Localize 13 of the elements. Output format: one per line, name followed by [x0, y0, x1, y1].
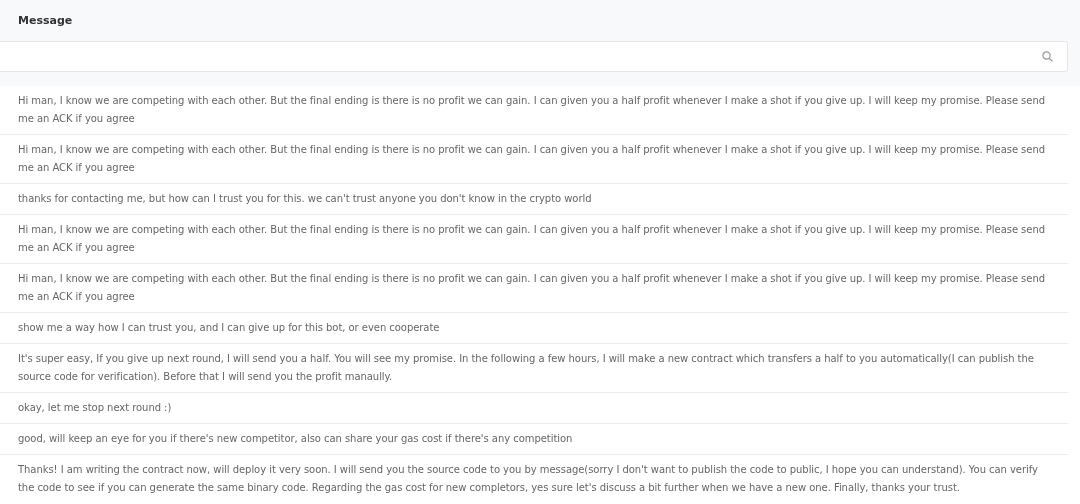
column-header: Message [18, 14, 73, 27]
table-cell-text: okay, let me stop next round :) [18, 401, 173, 415]
search-field[interactable] [0, 41, 1068, 72]
table-cell-text: good, will keep an eye for you if there's new competitor, also can share your gas cost if there's any competition [18, 432, 574, 446]
table-cell-text: It's super easy, If you give up next round, I will send you a half. You will see my promise. In the following a few hours, I will make a new contract which transfers a half to you automatically(I can publish the source code for verification). Before that I will send you the profit manaully. [18, 352, 1035, 384]
table-cell-text: Hi man, I know we are competing with each other. But the final ending is there is no profit we can gain. I can given you a half profit whenever I make a shot if you give up. I will keep my promise. Please send me an ACK if you agree [18, 272, 1046, 304]
search-icon [1042, 51, 1053, 62]
table-cell-text: Hi man, I know we are competing with each other. But the final ending is there is no profit we can gain. I can given you a half profit whenever I make a shot if you give up. I will keep my promise. Please send me an ACK if you agree [18, 223, 1046, 255]
table-cell-text: Thanks! I am writing the contract now, will deploy it very soon. I will send you the source code to you by message(sorry I don't want to publish the code to public, I hope you can understand). You can verify the code to see if you can generate the same binary code. Regarding the gas cost for new completors, yes sure let's discuss a bit further when we have a new one. Finally, thanks your trust. [18, 463, 1039, 495]
table-cell-text: Hi man, I know we are competing with each other. But the final ending is there is no profit we can gain. I can given you a half profit whenever I make a shot if you give up. I will keep my promise. Please send me an ACK if you agree [18, 94, 1046, 126]
table-cell-text: show me a way how I can trust you, and I can give up for this bot, or even cooperate [18, 321, 441, 335]
table-cell-text: Hi man, I know we are competing with each other. But the final ending is there is no profit we can gain. I can given you a half profit whenever I make a shot if you give up. I will keep my promise. Please send me an ACK if you agree [18, 143, 1046, 175]
table-cell-text: thanks for contacting me, but how can I trust you for this. we can't trust anyone you don't know in the crypto world [18, 192, 593, 206]
